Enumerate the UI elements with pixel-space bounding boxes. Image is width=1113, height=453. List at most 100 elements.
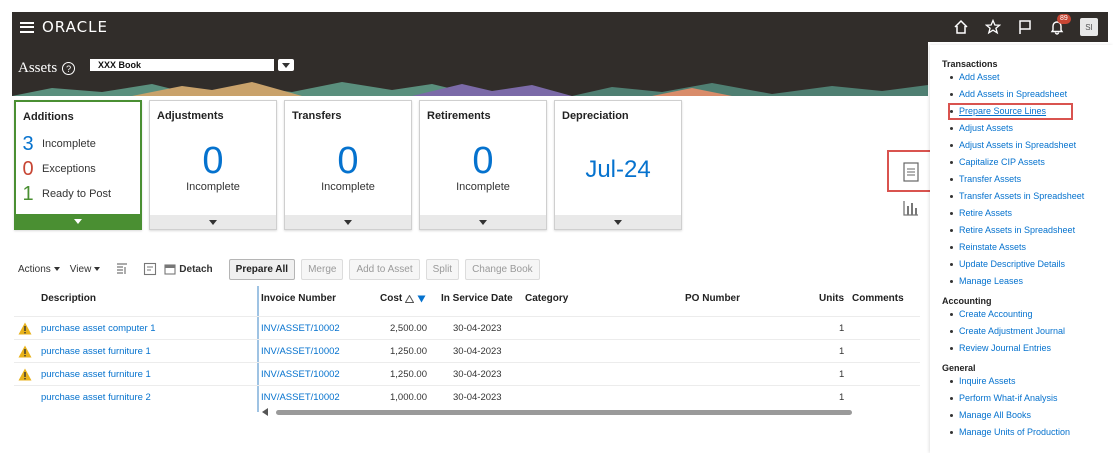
tile-expand-button[interactable]: [555, 215, 681, 229]
scrollbar-thumb[interactable]: [276, 410, 852, 415]
home-icon[interactable]: [952, 18, 970, 36]
scroll-left-arrow-icon[interactable]: [262, 408, 268, 416]
bar-chart-icon: [903, 201, 918, 216]
column-header-units[interactable]: Units: [819, 286, 844, 312]
invoice-link[interactable]: INV/ASSET/10002: [261, 317, 340, 340]
task-label: Add Asset: [959, 72, 1000, 82]
view-menu[interactable]: View: [70, 264, 101, 275]
task-label: Transfer Assets in Spreadsheet: [959, 191, 1085, 201]
prepare-all-button[interactable]: Prepare All: [228, 258, 296, 280]
description-link[interactable]: purchase asset furniture 1: [41, 340, 151, 363]
tile-transfers[interactable]: Transfers 0 Incomplete: [284, 100, 412, 230]
invoice-link[interactable]: INV/ASSET/10002: [261, 363, 340, 386]
task-update-descriptive-details[interactable]: Update Descriptive Details: [950, 256, 1113, 273]
task-create-adjustment-journal[interactable]: Create Adjustment Journal: [950, 323, 1113, 340]
help-icon[interactable]: ?: [62, 62, 76, 75]
tile-adjustments[interactable]: Adjustments 0 Incomplete: [149, 100, 277, 230]
task-inquire-assets[interactable]: Inquire Assets: [950, 373, 1113, 390]
cost-cell: 1,250.00: [390, 346, 427, 357]
task-label: Retire Assets: [959, 208, 1013, 218]
notifications-bell-icon[interactable]: 89: [1048, 14, 1071, 36]
task-label: Add Assets in Spreadsheet: [959, 89, 1068, 99]
task-create-accounting[interactable]: Create Accounting: [950, 306, 1113, 323]
table-row[interactable]: purchase asset furniture 1 INV/ASSET/100…: [14, 362, 920, 385]
book-dropdown-button[interactable]: [278, 59, 294, 71]
label: Incomplete: [42, 138, 96, 150]
task-transfer-assets-in-spreadsheet[interactable]: Transfer Assets in Spreadsheet: [950, 188, 1113, 205]
task-manage-leases[interactable]: Manage Leases: [950, 273, 1113, 290]
tile-additions[interactable]: Additions 3 Incomplete 0 Exceptions 1 Re…: [14, 100, 142, 230]
task-review-journal-entries[interactable]: Review Journal Entries: [950, 340, 1113, 357]
watchlist-flag-icon[interactable]: [1016, 18, 1034, 36]
split-button[interactable]: Split: [425, 258, 460, 280]
book-selector[interactable]: XXX Book: [90, 59, 274, 71]
accounting-list: Create Accounting Create Adjustment Jour…: [950, 306, 1113, 357]
task-reinstate-assets[interactable]: Reinstate Assets: [950, 239, 1113, 256]
analytics-panel-button[interactable]: [899, 196, 923, 220]
add-to-asset-button[interactable]: Add to Asset: [349, 258, 420, 280]
favorites-star-icon[interactable]: [984, 18, 1002, 36]
column-header-in-service-date[interactable]: In Service Date: [441, 286, 513, 312]
tile-expand-button[interactable]: [16, 214, 140, 228]
task-manage-units-of-production[interactable]: Manage Units of Production: [950, 424, 1113, 441]
wrap-icon[interactable]: [142, 261, 158, 277]
task-add-assets-in-spreadsheet[interactable]: Add Assets in Spreadsheet: [950, 86, 1113, 103]
table-row[interactable]: purchase asset furniture 1 INV/ASSET/100…: [14, 339, 920, 362]
panel-section-transactions: Transactions: [942, 59, 998, 69]
task-retire-assets-in-spreadsheet[interactable]: Retire Assets in Spreadsheet: [950, 222, 1113, 239]
column-header-invoice-number[interactable]: Invoice Number: [261, 286, 336, 312]
merge-button[interactable]: Merge: [301, 258, 344, 280]
column-header-category[interactable]: Category: [525, 286, 568, 312]
table-row[interactable]: purchase asset furniture 2 INV/ASSET/100…: [14, 385, 920, 408]
task-adjust-assets-in-spreadsheet[interactable]: Adjust Assets in Spreadsheet: [950, 137, 1113, 154]
horizontal-scrollbar[interactable]: [262, 408, 862, 416]
task-transfer-assets[interactable]: Transfer Assets: [950, 171, 1113, 188]
tile-expand-button[interactable]: [150, 215, 276, 229]
column-header-comments[interactable]: Comments: [852, 286, 904, 312]
invoice-link[interactable]: INV/ASSET/10002: [261, 340, 340, 363]
warning-icon: [18, 368, 32, 381]
description-link[interactable]: purchase asset furniture 2: [41, 386, 151, 409]
column-header-po-number[interactable]: PO Number: [685, 286, 740, 312]
task-manage-all-books[interactable]: Manage All Books: [950, 407, 1113, 424]
navigator-menu-icon[interactable]: [20, 21, 34, 33]
task-add-asset[interactable]: Add Asset: [950, 69, 1113, 86]
actions-menu-label: Actions: [18, 263, 51, 275]
task-capitalize-cip-assets[interactable]: Capitalize CIP Assets: [950, 154, 1113, 171]
change-book-button[interactable]: Change Book: [465, 258, 540, 280]
tasks-list-icon: [903, 162, 919, 182]
tile-expand-button[interactable]: [285, 215, 411, 229]
warning-icon: [18, 322, 32, 335]
task-label: Capitalize CIP Assets: [959, 157, 1045, 167]
tile-retirements[interactable]: Retirements 0 Incomplete: [419, 100, 547, 230]
tile-expand-button[interactable]: [420, 215, 546, 229]
tile-depreciation[interactable]: Depreciation Jul-24: [554, 100, 682, 230]
units-cell: 1: [839, 369, 845, 380]
invoice-link[interactable]: INV/ASSET/10002: [261, 386, 340, 409]
detach-button[interactable]: Detach: [164, 263, 213, 275]
actions-menu[interactable]: Actions: [18, 264, 60, 275]
sort-ascending-icon[interactable]: [405, 295, 415, 303]
units-cell: 1: [839, 392, 845, 403]
description-link[interactable]: purchase asset computer 1: [41, 317, 156, 340]
task-adjust-assets[interactable]: Adjust Assets: [950, 120, 1113, 137]
task-perform-what-if-analysis[interactable]: Perform What-if Analysis: [950, 390, 1113, 407]
table-row[interactable]: purchase asset computer 1 INV/ASSET/1000…: [14, 316, 920, 339]
tasks-panel-button[interactable]: [899, 160, 923, 184]
date-cell: 30-04-2023: [453, 346, 502, 357]
additions-exceptions[interactable]: 0 Exceptions: [22, 159, 95, 179]
freeze-icon[interactable]: [114, 261, 130, 277]
oracle-logo[interactable]: ORACLE: [42, 18, 108, 36]
tile-value: 0: [202, 140, 224, 182]
task-label: Manage Leases: [959, 276, 1024, 286]
count: 3: [22, 133, 34, 155]
column-header-cost[interactable]: Cost: [380, 286, 426, 312]
user-avatar[interactable]: SI: [1080, 18, 1098, 36]
task-retire-assets[interactable]: Retire Assets: [950, 205, 1113, 222]
additions-incomplete[interactable]: 3 Incomplete: [22, 133, 96, 155]
sort-descending-icon[interactable]: [417, 295, 426, 303]
chevron-down-icon: [209, 219, 217, 225]
column-header-description[interactable]: Description: [41, 286, 96, 312]
additions-ready-to-post[interactable]: 1 Ready to Post: [22, 184, 111, 204]
description-link[interactable]: purchase asset furniture 1: [41, 363, 151, 386]
